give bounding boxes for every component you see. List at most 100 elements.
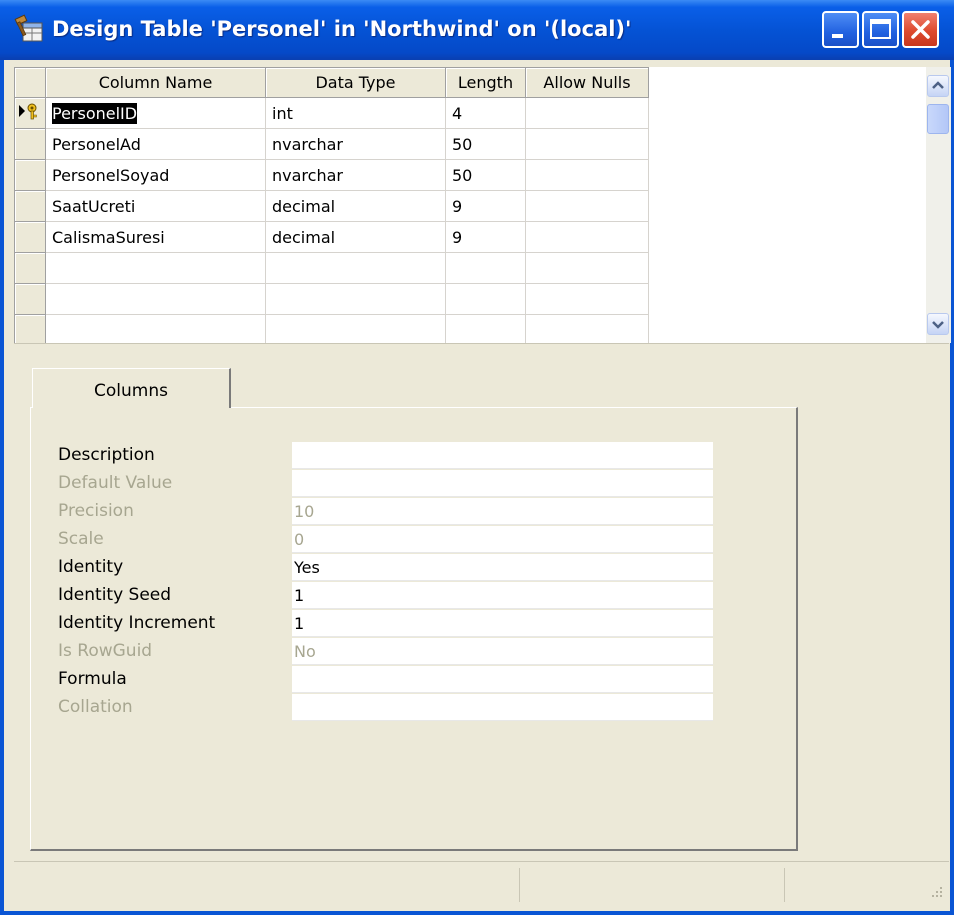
- cell-length[interactable]: [445, 252, 526, 284]
- title-bar[interactable]: Design Table 'Personel' in 'Northwind' o…: [0, 0, 954, 60]
- cell-allow-nulls[interactable]: [525, 252, 649, 284]
- row-selector[interactable]: [14, 252, 46, 284]
- status-bar: [14, 861, 949, 906]
- cell-length[interactable]: 4: [445, 97, 526, 129]
- row-selector[interactable]: [14, 190, 46, 222]
- cell-data-type[interactable]: nvarchar: [265, 159, 446, 191]
- chevron-up-icon: [932, 81, 944, 89]
- property-label-precision: Precision: [58, 501, 134, 521]
- property-row: Is RowGuid No: [31, 638, 799, 666]
- property-row: Formula: [31, 666, 799, 694]
- header-allow-nulls[interactable]: Allow Nulls: [525, 67, 649, 98]
- primary-key-icon: [19, 103, 37, 120]
- row-selector[interactable]: [14, 159, 46, 191]
- property-row: Precision 10: [31, 498, 799, 526]
- cell-length[interactable]: 50: [445, 128, 526, 160]
- cell-data-type[interactable]: int: [265, 97, 446, 129]
- property-label-scale: Scale: [58, 529, 104, 549]
- cell-data-type[interactable]: [265, 252, 446, 284]
- property-label-is-rowguid: Is RowGuid: [58, 641, 153, 661]
- property-row: Identity Seed 1: [31, 582, 799, 610]
- cell-data-type[interactable]: [265, 314, 446, 343]
- property-value-formula[interactable]: [292, 666, 713, 693]
- table-row[interactable]: SaatUcreti decimal 9: [14, 190, 649, 222]
- selected-column-name[interactable]: PersonelID: [52, 102, 138, 124]
- status-divider: [519, 868, 520, 902]
- cell-allow-nulls[interactable]: [525, 97, 649, 129]
- table-row[interactable]: PersonelID int 4: [14, 97, 649, 129]
- cell-allow-nulls[interactable]: [525, 190, 649, 222]
- property-row: Default Value: [31, 470, 799, 498]
- cell-length[interactable]: [445, 314, 526, 343]
- property-row: Collation: [31, 694, 799, 722]
- row-selector[interactable]: [14, 221, 46, 253]
- table-row[interactable]: CalismaSuresi decimal 9: [14, 221, 649, 253]
- cell-length[interactable]: [445, 283, 526, 315]
- property-value-scale: 0: [292, 526, 713, 553]
- property-row: Identity Increment 1: [31, 610, 799, 638]
- status-divider: [784, 868, 785, 902]
- cell-allow-nulls[interactable]: [525, 221, 649, 253]
- cell-column-name[interactable]: CalismaSuresi: [45, 221, 266, 253]
- table-row[interactable]: PersonelAd nvarchar 50: [14, 128, 649, 160]
- scroll-down-button[interactable]: [927, 313, 949, 335]
- cell-column-name[interactable]: [45, 283, 266, 315]
- row-selector[interactable]: [14, 128, 46, 160]
- header-length[interactable]: Length: [445, 67, 526, 98]
- cell-data-type[interactable]: nvarchar: [265, 128, 446, 160]
- cell-length[interactable]: 9: [445, 190, 526, 222]
- close-icon: [911, 20, 930, 39]
- column-properties-panel: Description Default Value Precision 10 S…: [14, 352, 949, 857]
- row-selector[interactable]: [14, 283, 46, 315]
- cell-data-type[interactable]: [265, 283, 446, 315]
- cell-allow-nulls[interactable]: [525, 128, 649, 160]
- cell-length[interactable]: 50: [445, 159, 526, 191]
- cell-length[interactable]: 9: [445, 221, 526, 253]
- scroll-thumb[interactable]: [927, 104, 949, 134]
- cell-allow-nulls[interactable]: [525, 283, 649, 315]
- table-row[interactable]: PersonelSoyad nvarchar 50: [14, 159, 649, 191]
- row-selector[interactable]: [14, 97, 46, 129]
- row-selector[interactable]: [14, 314, 46, 343]
- cell-allow-nulls[interactable]: [525, 314, 649, 343]
- property-value-identity-increment[interactable]: 1: [292, 610, 713, 637]
- property-value-description[interactable]: [292, 442, 713, 469]
- close-button[interactable]: [902, 11, 939, 48]
- columns-tab-page: Description Default Value Precision 10 S…: [30, 407, 798, 851]
- header-column-name[interactable]: Column Name: [45, 67, 266, 98]
- columns-grid[interactable]: Column Name Data Type Length Allow Nulls: [14, 67, 949, 343]
- property-row: Identity Yes: [31, 554, 799, 582]
- cell-column-name[interactable]: PersonelSoyad: [45, 159, 266, 191]
- property-value-identity[interactable]: Yes: [292, 554, 713, 581]
- property-row: Description: [31, 442, 799, 470]
- tab-columns[interactable]: Columns: [32, 368, 231, 408]
- cell-allow-nulls[interactable]: [525, 159, 649, 191]
- property-value-identity-seed[interactable]: 1: [292, 582, 713, 609]
- property-value-collation: [292, 694, 713, 721]
- chevron-down-icon: [932, 321, 944, 329]
- grid-vertical-scrollbar[interactable]: [926, 67, 951, 343]
- cell-column-name[interactable]: PersonelAd: [45, 128, 266, 160]
- property-value-is-rowguid: No: [292, 638, 713, 665]
- maximize-button[interactable]: [862, 11, 899, 48]
- header-data-type[interactable]: Data Type: [265, 67, 446, 98]
- property-value-precision: 10: [292, 498, 713, 525]
- cell-column-name[interactable]: PersonelID: [45, 97, 266, 129]
- table-design-icon: [14, 14, 43, 42]
- cell-column-name[interactable]: [45, 252, 266, 284]
- property-label-identity-seed: Identity Seed: [58, 585, 172, 605]
- scroll-up-button[interactable]: [927, 75, 949, 97]
- property-label-description: Description: [58, 445, 155, 465]
- cell-data-type[interactable]: decimal: [265, 221, 446, 253]
- resize-grip-icon[interactable]: [929, 884, 943, 898]
- cell-data-type[interactable]: decimal: [265, 190, 446, 222]
- minimize-button[interactable]: [822, 11, 859, 48]
- table-row[interactable]: [14, 283, 649, 315]
- cell-column-name[interactable]: [45, 314, 266, 343]
- table-row[interactable]: [14, 252, 649, 284]
- design-table-window: Design Table 'Personel' in 'Northwind' o…: [0, 0, 954, 915]
- property-label-formula: Formula: [58, 669, 127, 689]
- table-row[interactable]: [14, 314, 649, 343]
- cell-column-name[interactable]: SaatUcreti: [45, 190, 266, 222]
- property-label-default-value: Default Value: [58, 473, 173, 493]
